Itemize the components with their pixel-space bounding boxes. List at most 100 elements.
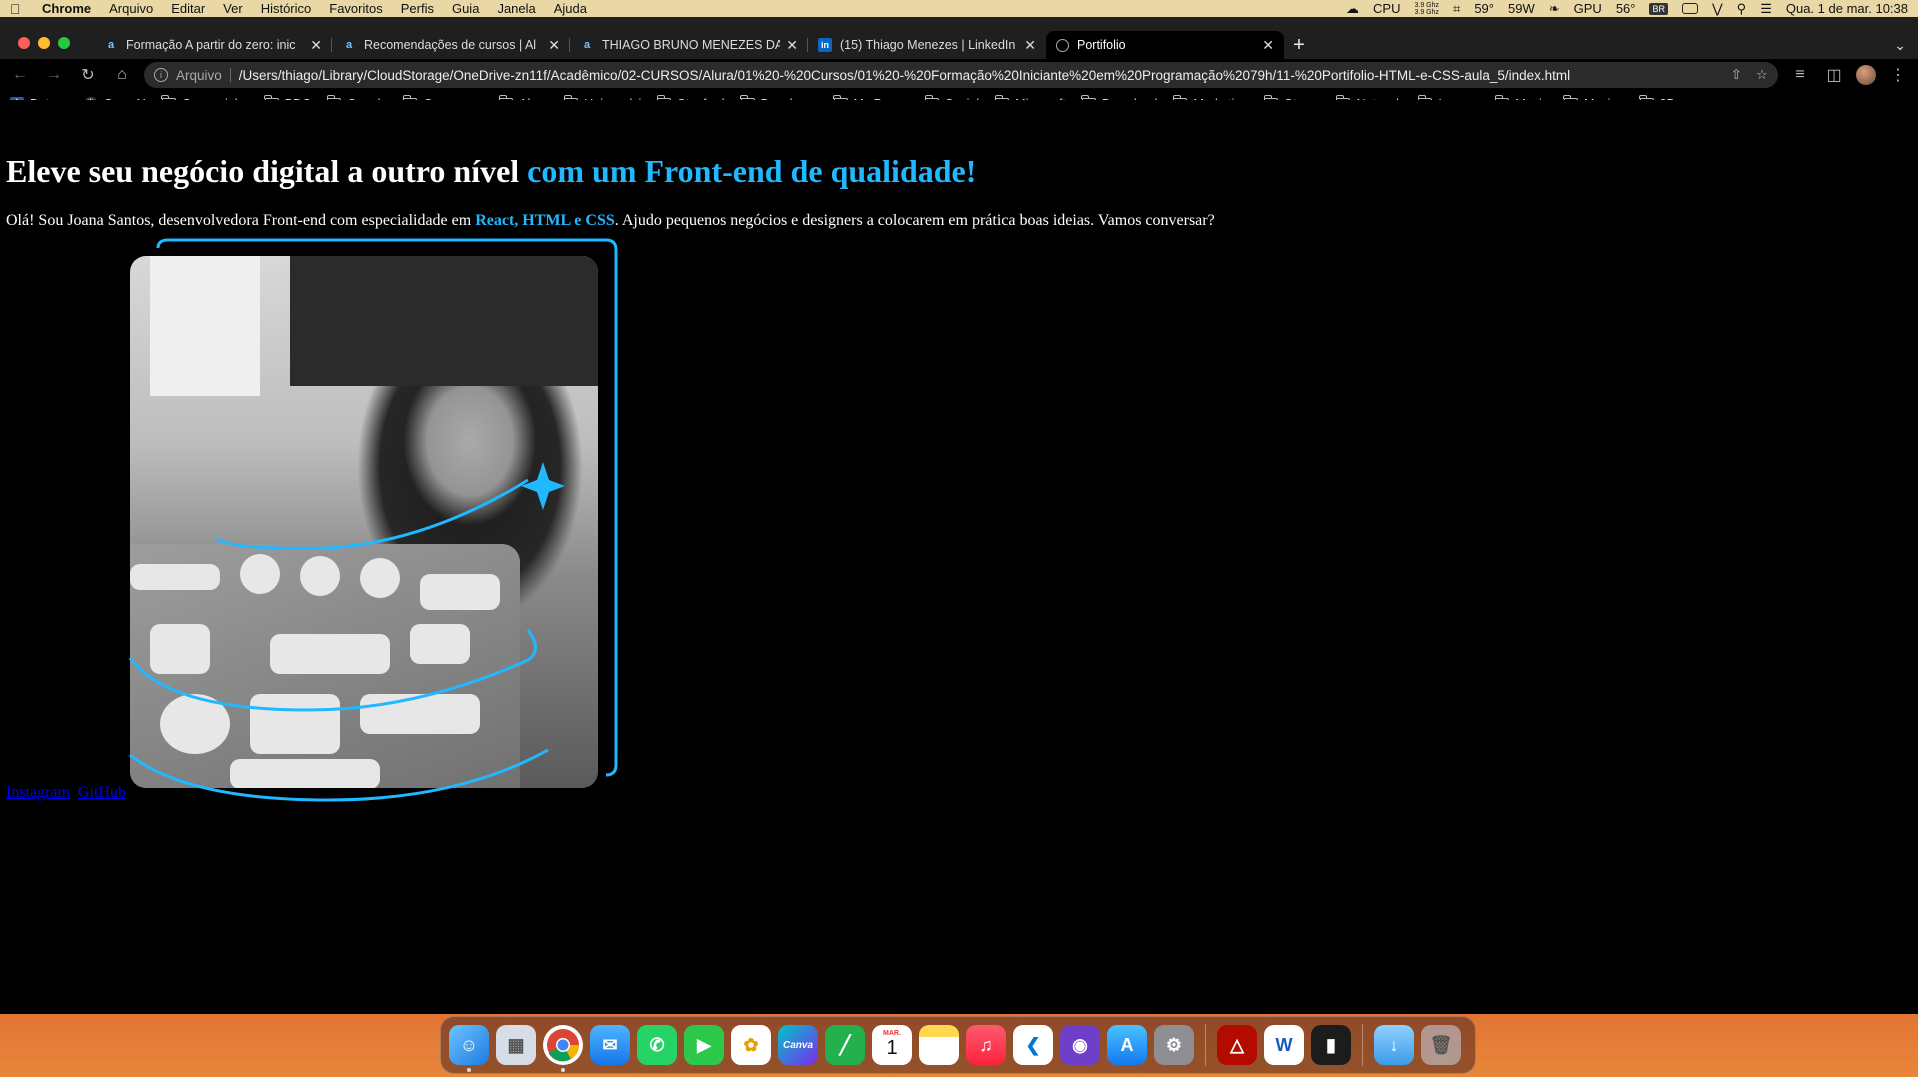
finder-icon[interactable]: ☺ bbox=[449, 1025, 489, 1072]
whatsapp-icon[interactable]: ✆ bbox=[637, 1025, 677, 1065]
close-tab-icon[interactable]: ✕ bbox=[786, 37, 798, 54]
downloads-folder-icon[interactable]: ↓ bbox=[1374, 1025, 1414, 1065]
close-tab-icon[interactable]: ✕ bbox=[310, 37, 322, 54]
fullscreen-window-button[interactable] bbox=[58, 37, 70, 49]
intro-text-after: . Ajudo pequenos negócios e designers a … bbox=[614, 212, 1215, 229]
instagram-link[interactable]: Instagram bbox=[6, 784, 70, 801]
close-tab-icon[interactable]: ✕ bbox=[1262, 37, 1274, 54]
numbers-icon[interactable]: ╱ bbox=[825, 1025, 865, 1065]
close-tab-icon[interactable]: ✕ bbox=[548, 37, 560, 54]
tab-portifolio[interactable]: Portifolio ✕ bbox=[1046, 31, 1284, 59]
tab-title: THIAGO BRUNO MENEZES DA bbox=[602, 38, 781, 52]
canva-icon[interactable]: Canva bbox=[778, 1025, 818, 1065]
spotlight-search-icon[interactable]: ⚲ bbox=[1737, 1, 1747, 17]
keyboard-layout-badge[interactable]: BR bbox=[1649, 2, 1668, 15]
menu-arquivo[interactable]: Arquivo bbox=[109, 1, 153, 16]
macos-menu-bar:  Chrome Arquivo Editar Ver Histórico Fa… bbox=[0, 0, 1918, 17]
globe-icon bbox=[1056, 38, 1069, 52]
bookmark-star-icon[interactable]: ☆ bbox=[1756, 67, 1768, 83]
leaf-icon[interactable]: ❧ bbox=[1549, 1, 1560, 17]
menu-guia[interactable]: Guia bbox=[452, 1, 479, 16]
address-url[interactable]: /Users/thiago/Library/CloudStorage/OneDr… bbox=[239, 68, 1570, 83]
tab-strip: a Formação A partir do zero: inic ✕ a Re… bbox=[0, 17, 1918, 59]
browser-toolbar: ← → ↻ ⌂ i Arquivo /Users/thiago/Library/… bbox=[0, 59, 1918, 91]
status-area: ☁ CPU 3.9 Ghz 3.9 Ghz ⌗ 59° 59W ❧ GPU 56… bbox=[1346, 1, 1908, 17]
github-link[interactable]: GitHub bbox=[78, 784, 126, 801]
outline-frame bbox=[156, 238, 618, 777]
trash-icon[interactable]: 🗑 bbox=[1421, 1025, 1461, 1065]
macos-dock: ☺ ▦ ✉ ✆ ▶ ✿ Canva ╱ MAR. 1 ♫ ❮ ◉ A ⚙ △ W … bbox=[440, 1016, 1476, 1074]
notes-icon[interactable] bbox=[919, 1025, 959, 1065]
acrobat-icon[interactable]: △ bbox=[1217, 1025, 1257, 1065]
menu-janela[interactable]: Janela bbox=[497, 1, 535, 16]
menu-ajuda[interactable]: Ajuda bbox=[554, 1, 587, 16]
address-scheme-label: Arquivo bbox=[176, 67, 222, 83]
address-bar[interactable]: i Arquivo /Users/thiago/Library/CloudSto… bbox=[144, 62, 1778, 88]
tab-formacao[interactable]: a Formação A partir do zero: inic ✕ bbox=[94, 31, 332, 59]
tab-search-chevron-icon[interactable]: ⌄ bbox=[1894, 37, 1906, 54]
new-tab-button[interactable]: + bbox=[1284, 31, 1314, 59]
profile-avatar[interactable] bbox=[1856, 65, 1876, 85]
cpu-temp[interactable]: 59° bbox=[1474, 1, 1494, 16]
side-panel-icon[interactable]: ◫ bbox=[1822, 65, 1846, 85]
control-center-icon[interactable]: ☰ bbox=[1760, 1, 1772, 17]
apple-menu-icon[interactable]:  bbox=[10, 2, 24, 16]
weather-icon[interactable]: ☁ bbox=[1346, 1, 1359, 17]
activity-monitor-icon[interactable]: ▮ bbox=[1311, 1025, 1351, 1065]
tab-recomendacoes[interactable]: a Recomendações de cursos | Al ✕ bbox=[332, 31, 570, 59]
running-indicator bbox=[467, 1068, 471, 1072]
calendar-day: 1 bbox=[886, 1037, 898, 1059]
mail-icon[interactable]: ✉ bbox=[590, 1025, 630, 1065]
menu-favoritos[interactable]: Favoritos bbox=[329, 1, 382, 16]
cpu-freq-top: 3.9 Ghz bbox=[1414, 1, 1439, 9]
back-button[interactable]: ← bbox=[8, 66, 32, 84]
music-icon[interactable]: ♫ bbox=[966, 1025, 1006, 1065]
menubar-datetime[interactable]: Qua. 1 de mar. 10:38 bbox=[1786, 1, 1908, 16]
menu-historico[interactable]: Histórico bbox=[261, 1, 312, 16]
close-tab-icon[interactable]: ✕ bbox=[1024, 37, 1036, 54]
alura-icon: a bbox=[583, 39, 591, 51]
cpu-frequency: 3.9 Ghz 3.9 Ghz bbox=[1414, 2, 1439, 16]
orbit-line-middle bbox=[128, 629, 537, 712]
close-window-button[interactable] bbox=[18, 37, 30, 49]
minimize-window-button[interactable] bbox=[38, 37, 50, 49]
word-icon[interactable]: W bbox=[1264, 1025, 1304, 1065]
reading-list-icon[interactable]: ≡ bbox=[1788, 66, 1812, 84]
tab-title: Formação A partir do zero: inic bbox=[126, 38, 296, 52]
app-store-icon[interactable]: A bbox=[1107, 1025, 1147, 1065]
gpu-label[interactable]: GPU bbox=[1574, 1, 1602, 16]
address-divider bbox=[229, 68, 231, 82]
vscode-icon[interactable]: ❮ bbox=[1013, 1025, 1053, 1065]
power-reading[interactable]: 59W bbox=[1508, 1, 1535, 16]
word-label: W bbox=[1275, 1034, 1293, 1055]
calendar-icon[interactable]: MAR. 1 bbox=[872, 1025, 912, 1065]
tab-thiago-bruno[interactable]: a THIAGO BRUNO MENEZES DA ✕ bbox=[570, 31, 808, 59]
chrome-icon[interactable] bbox=[543, 1025, 583, 1072]
page-heading: Eleve seu negócio digital a outro nível … bbox=[6, 153, 976, 190]
home-button[interactable]: ⌂ bbox=[110, 66, 134, 84]
wifi-icon[interactable]: ⋁ bbox=[1712, 1, 1723, 17]
facetime-icon[interactable]: ▶ bbox=[684, 1025, 724, 1065]
photos-icon[interactable]: ✿ bbox=[731, 1025, 771, 1065]
alura-icon: a bbox=[345, 39, 353, 51]
system-settings-icon[interactable]: ⚙ bbox=[1154, 1025, 1194, 1065]
chrome-menu-icon[interactable]: ⋮ bbox=[1886, 65, 1910, 85]
menu-editar[interactable]: Editar bbox=[171, 1, 205, 16]
reload-button[interactable]: ↻ bbox=[76, 65, 100, 85]
decorative-outline bbox=[128, 238, 618, 802]
menu-app-name[interactable]: Chrome bbox=[42, 1, 91, 16]
screen-mirroring-icon[interactable] bbox=[1682, 3, 1698, 14]
menu-ver[interactable]: Ver bbox=[223, 1, 243, 16]
cpu-label[interactable]: CPU bbox=[1373, 1, 1400, 16]
gpu-temp[interactable]: 56° bbox=[1616, 1, 1636, 16]
share-icon[interactable]: ⇧ bbox=[1731, 67, 1742, 83]
social-links: Instagram GitHub bbox=[6, 784, 130, 802]
menu-perfis[interactable]: Perfis bbox=[401, 1, 434, 16]
github-desktop-icon[interactable]: ◉ bbox=[1060, 1025, 1100, 1065]
cpu-freq-bottom: 3.9 Ghz bbox=[1414, 8, 1439, 16]
tab-linkedin[interactable]: in (15) Thiago Menezes | LinkedIn ✕ bbox=[808, 31, 1046, 59]
dock-separator bbox=[1205, 1024, 1206, 1066]
forward-button[interactable]: → bbox=[42, 66, 66, 84]
launchpad-icon[interactable]: ▦ bbox=[496, 1025, 536, 1065]
site-info-icon[interactable]: i bbox=[154, 68, 168, 82]
